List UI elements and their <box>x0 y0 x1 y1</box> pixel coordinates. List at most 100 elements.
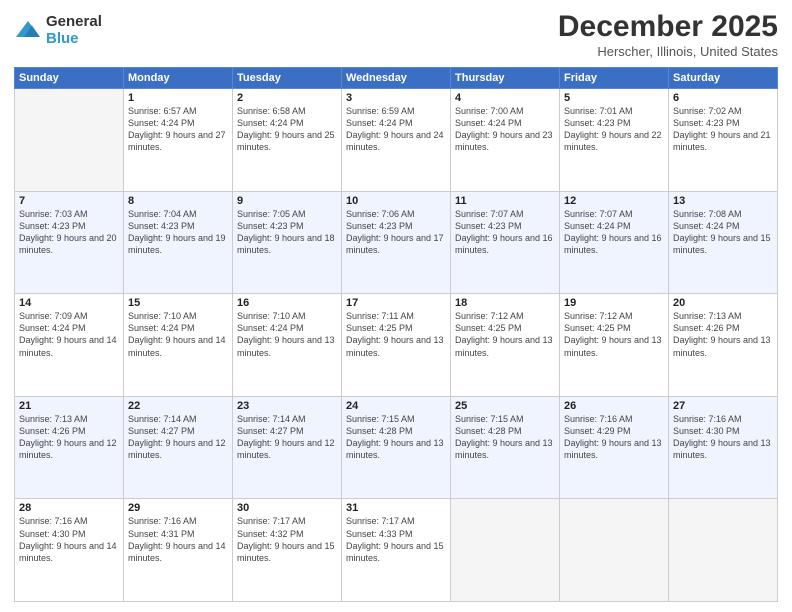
weekday-header-row: SundayMondayTuesdayWednesdayThursdayFrid… <box>15 68 778 89</box>
calendar-cell: 22Sunrise: 7:14 AMSunset: 4:27 PMDayligh… <box>124 396 233 499</box>
day-number: 9 <box>237 195 337 207</box>
day-info: Sunrise: 7:10 AMSunset: 4:24 PMDaylight:… <box>128 310 228 359</box>
calendar-cell: 13Sunrise: 7:08 AMSunset: 4:24 PMDayligh… <box>669 191 778 294</box>
calendar-cell: 20Sunrise: 7:13 AMSunset: 4:26 PMDayligh… <box>669 294 778 397</box>
day-number: 7 <box>19 195 119 207</box>
calendar-cell: 5Sunrise: 7:01 AMSunset: 4:23 PMDaylight… <box>560 89 669 192</box>
calendar-cell: 7Sunrise: 7:03 AMSunset: 4:23 PMDaylight… <box>15 191 124 294</box>
logo-general-text: General <box>46 14 102 31</box>
calendar-cell: 23Sunrise: 7:14 AMSunset: 4:27 PMDayligh… <box>233 396 342 499</box>
logo-icon <box>14 17 42 45</box>
calendar-cell: 30Sunrise: 7:17 AMSunset: 4:32 PMDayligh… <box>233 499 342 602</box>
calendar-cell: 15Sunrise: 7:10 AMSunset: 4:24 PMDayligh… <box>124 294 233 397</box>
calendar-cell: 8Sunrise: 7:04 AMSunset: 4:23 PMDaylight… <box>124 191 233 294</box>
day-info: Sunrise: 7:13 AMSunset: 4:26 PMDaylight:… <box>673 310 773 359</box>
day-info: Sunrise: 7:16 AMSunset: 4:30 PMDaylight:… <box>19 515 119 564</box>
header: General Blue December 2025 Herscher, Ill… <box>14 10 778 59</box>
weekday-header-sunday: Sunday <box>15 68 124 89</box>
logo-blue-text: Blue <box>46 31 102 48</box>
weekday-header-thursday: Thursday <box>451 68 560 89</box>
calendar-cell: 2Sunrise: 6:58 AMSunset: 4:24 PMDaylight… <box>233 89 342 192</box>
day-info: Sunrise: 7:17 AMSunset: 4:32 PMDaylight:… <box>237 515 337 564</box>
day-info: Sunrise: 7:16 AMSunset: 4:29 PMDaylight:… <box>564 413 664 462</box>
day-info: Sunrise: 6:58 AMSunset: 4:24 PMDaylight:… <box>237 105 337 154</box>
day-info: Sunrise: 7:14 AMSunset: 4:27 PMDaylight:… <box>128 413 228 462</box>
calendar-cell: 25Sunrise: 7:15 AMSunset: 4:28 PMDayligh… <box>451 396 560 499</box>
day-number: 25 <box>455 400 555 412</box>
day-number: 14 <box>19 297 119 309</box>
day-info: Sunrise: 7:06 AMSunset: 4:23 PMDaylight:… <box>346 208 446 257</box>
calendar-cell: 10Sunrise: 7:06 AMSunset: 4:23 PMDayligh… <box>342 191 451 294</box>
day-info: Sunrise: 6:57 AMSunset: 4:24 PMDaylight:… <box>128 105 228 154</box>
calendar-cell: 29Sunrise: 7:16 AMSunset: 4:31 PMDayligh… <box>124 499 233 602</box>
calendar-cell: 6Sunrise: 7:02 AMSunset: 4:23 PMDaylight… <box>669 89 778 192</box>
month-title: December 2025 <box>558 10 778 44</box>
week-row-4: 21Sunrise: 7:13 AMSunset: 4:26 PMDayligh… <box>15 396 778 499</box>
week-row-1: 1Sunrise: 6:57 AMSunset: 4:24 PMDaylight… <box>15 89 778 192</box>
calendar-cell: 14Sunrise: 7:09 AMSunset: 4:24 PMDayligh… <box>15 294 124 397</box>
calendar-cell: 26Sunrise: 7:16 AMSunset: 4:29 PMDayligh… <box>560 396 669 499</box>
day-info: Sunrise: 7:09 AMSunset: 4:24 PMDaylight:… <box>19 310 119 359</box>
day-number: 1 <box>128 92 228 104</box>
day-number: 31 <box>346 502 446 514</box>
day-number: 22 <box>128 400 228 412</box>
day-info: Sunrise: 7:00 AMSunset: 4:24 PMDaylight:… <box>455 105 555 154</box>
day-number: 13 <box>673 195 773 207</box>
calendar-cell: 31Sunrise: 7:17 AMSunset: 4:33 PMDayligh… <box>342 499 451 602</box>
day-info: Sunrise: 7:12 AMSunset: 4:25 PMDaylight:… <box>455 310 555 359</box>
day-number: 2 <box>237 92 337 104</box>
location-title: Herscher, Illinois, United States <box>558 44 778 59</box>
day-info: Sunrise: 7:13 AMSunset: 4:26 PMDaylight:… <box>19 413 119 462</box>
day-info: Sunrise: 7:02 AMSunset: 4:23 PMDaylight:… <box>673 105 773 154</box>
day-info: Sunrise: 7:07 AMSunset: 4:24 PMDaylight:… <box>564 208 664 257</box>
calendar-cell: 3Sunrise: 6:59 AMSunset: 4:24 PMDaylight… <box>342 89 451 192</box>
logo-text: General Blue <box>46 14 102 47</box>
calendar-cell: 17Sunrise: 7:11 AMSunset: 4:25 PMDayligh… <box>342 294 451 397</box>
day-number: 17 <box>346 297 446 309</box>
day-info: Sunrise: 7:14 AMSunset: 4:27 PMDaylight:… <box>237 413 337 462</box>
day-number: 28 <box>19 502 119 514</box>
page: General Blue December 2025 Herscher, Ill… <box>0 0 792 612</box>
day-number: 30 <box>237 502 337 514</box>
week-row-3: 14Sunrise: 7:09 AMSunset: 4:24 PMDayligh… <box>15 294 778 397</box>
calendar-cell: 16Sunrise: 7:10 AMSunset: 4:24 PMDayligh… <box>233 294 342 397</box>
day-info: Sunrise: 7:01 AMSunset: 4:23 PMDaylight:… <box>564 105 664 154</box>
calendar-cell <box>669 499 778 602</box>
calendar-cell: 9Sunrise: 7:05 AMSunset: 4:23 PMDaylight… <box>233 191 342 294</box>
day-number: 18 <box>455 297 555 309</box>
day-number: 11 <box>455 195 555 207</box>
day-number: 10 <box>346 195 446 207</box>
weekday-header-monday: Monday <box>124 68 233 89</box>
day-info: Sunrise: 7:12 AMSunset: 4:25 PMDaylight:… <box>564 310 664 359</box>
day-info: Sunrise: 7:15 AMSunset: 4:28 PMDaylight:… <box>346 413 446 462</box>
day-info: Sunrise: 7:10 AMSunset: 4:24 PMDaylight:… <box>237 310 337 359</box>
calendar-table: SundayMondayTuesdayWednesdayThursdayFrid… <box>14 67 778 602</box>
day-info: Sunrise: 7:16 AMSunset: 4:31 PMDaylight:… <box>128 515 228 564</box>
day-info: Sunrise: 7:03 AMSunset: 4:23 PMDaylight:… <box>19 208 119 257</box>
day-info: Sunrise: 7:15 AMSunset: 4:28 PMDaylight:… <box>455 413 555 462</box>
day-number: 16 <box>237 297 337 309</box>
weekday-header-saturday: Saturday <box>669 68 778 89</box>
day-info: Sunrise: 7:16 AMSunset: 4:30 PMDaylight:… <box>673 413 773 462</box>
day-number: 8 <box>128 195 228 207</box>
week-row-5: 28Sunrise: 7:16 AMSunset: 4:30 PMDayligh… <box>15 499 778 602</box>
calendar-cell: 27Sunrise: 7:16 AMSunset: 4:30 PMDayligh… <box>669 396 778 499</box>
calendar-cell: 4Sunrise: 7:00 AMSunset: 4:24 PMDaylight… <box>451 89 560 192</box>
day-number: 4 <box>455 92 555 104</box>
title-block: December 2025 Herscher, Illinois, United… <box>558 10 778 59</box>
calendar-cell: 28Sunrise: 7:16 AMSunset: 4:30 PMDayligh… <box>15 499 124 602</box>
weekday-header-tuesday: Tuesday <box>233 68 342 89</box>
day-number: 6 <box>673 92 773 104</box>
calendar-cell <box>15 89 124 192</box>
calendar-cell <box>560 499 669 602</box>
day-info: Sunrise: 7:05 AMSunset: 4:23 PMDaylight:… <box>237 208 337 257</box>
day-info: Sunrise: 7:08 AMSunset: 4:24 PMDaylight:… <box>673 208 773 257</box>
day-number: 23 <box>237 400 337 412</box>
day-info: Sunrise: 7:07 AMSunset: 4:23 PMDaylight:… <box>455 208 555 257</box>
day-number: 21 <box>19 400 119 412</box>
calendar-cell: 1Sunrise: 6:57 AMSunset: 4:24 PMDaylight… <box>124 89 233 192</box>
day-number: 20 <box>673 297 773 309</box>
logo: General Blue <box>14 14 102 47</box>
day-number: 24 <box>346 400 446 412</box>
weekday-header-friday: Friday <box>560 68 669 89</box>
